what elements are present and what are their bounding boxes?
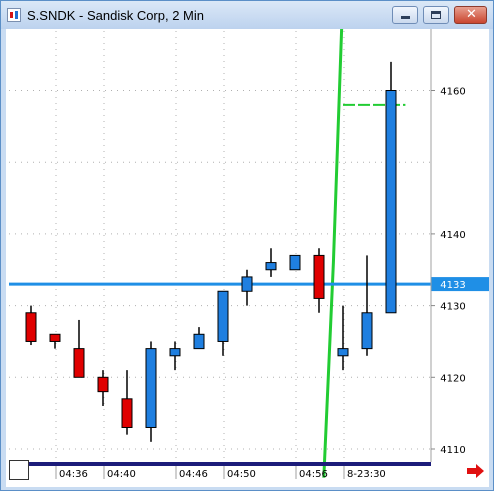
candle-body: [289, 254, 301, 271]
close-button[interactable]: ✕: [454, 6, 487, 24]
x-tick-label: 04:56: [299, 469, 328, 480]
candle-body: [361, 312, 373, 350]
candle-body: [169, 348, 181, 357]
candlestick-chart[interactable]: 4133 4110 4120 4130 4140 4160 04:36 04:40 04:4…: [6, 29, 489, 487]
x-axis-bar: [29, 462, 431, 466]
indicator-line: [322, 29, 344, 478]
y-tick-label: 4110: [440, 445, 465, 456]
maximize-button[interactable]: [423, 6, 449, 24]
y-tick-label: 4130: [440, 302, 465, 313]
y-tick-label: 4120: [440, 373, 465, 384]
candle-body: [97, 376, 109, 393]
candle-body: [385, 90, 397, 314]
candle-body: [121, 398, 133, 428]
maximize-icon: [431, 11, 441, 19]
y-tick-label: 4140: [440, 230, 465, 241]
scroll-right-arrow-icon[interactable]: [467, 464, 485, 478]
title-bar[interactable]: S.SNDK - Sandisk Corp, 2 Min ✕: [1, 1, 493, 29]
candle-body: [217, 290, 229, 342]
candle-body: [241, 276, 253, 292]
scroll-box[interactable]: [9, 460, 29, 480]
x-tick-label: 04:40: [107, 469, 136, 480]
chart-app-icon: [7, 8, 21, 22]
x-tick-label: 04:36: [59, 469, 88, 480]
last-price-label: 4133: [440, 280, 465, 291]
minimize-button[interactable]: [392, 6, 418, 24]
candle-body: [49, 333, 61, 342]
close-icon: ✕: [466, 7, 477, 22]
candle-body: [313, 254, 325, 299]
chart-area[interactable]: 4133 4110 4120 4130 4140 4160 04:36 04:40 04:4…: [6, 29, 489, 487]
x-tick-label: 04:46: [179, 469, 208, 480]
candle-body: [25, 312, 37, 342]
candle-body: [337, 348, 349, 357]
x-tick-label: 8-23:30: [347, 469, 386, 480]
minimize-icon: [401, 16, 410, 19]
y-tick-label: 4160: [440, 87, 465, 98]
candle-body: [73, 348, 85, 378]
x-tick-label: 04:50: [227, 469, 256, 480]
chart-window: S.SNDK - Sandisk Corp, 2 Min ✕ 4133 4110…: [0, 0, 494, 491]
candle-body: [193, 333, 205, 350]
candle-body: [145, 348, 157, 428]
window-title: S.SNDK - Sandisk Corp, 2 Min: [27, 8, 205, 23]
candle-body: [265, 262, 277, 271]
